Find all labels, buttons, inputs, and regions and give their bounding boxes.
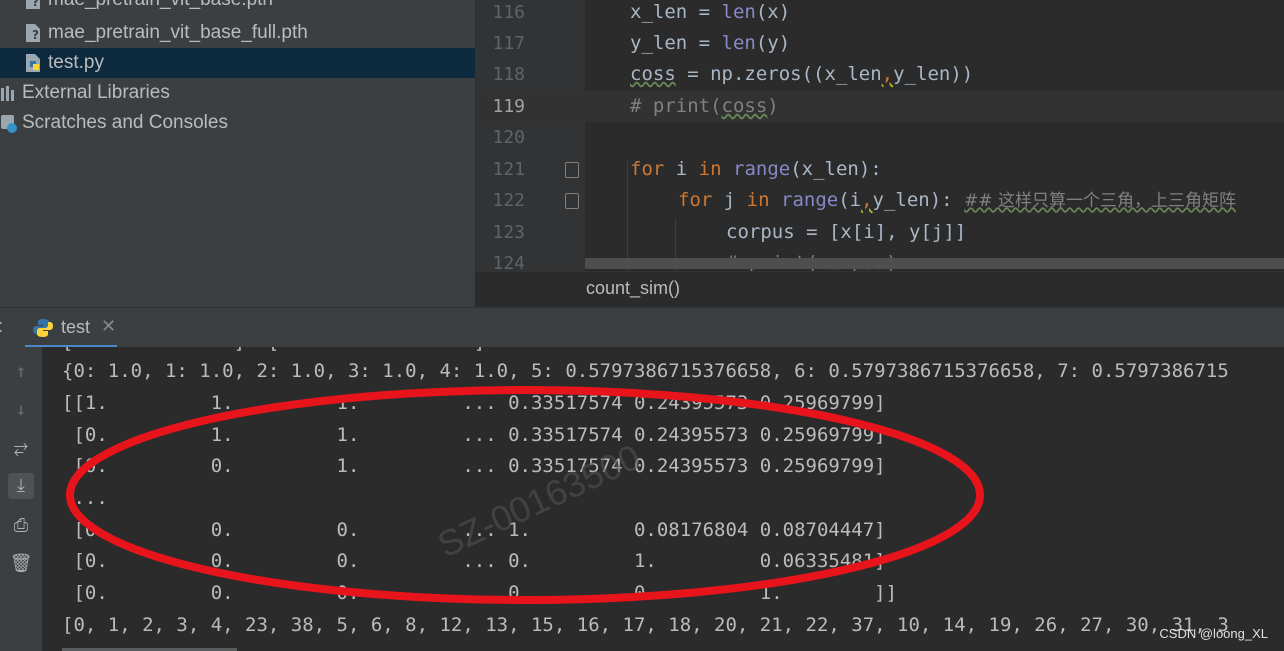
console-line: [0. 0. 0. ... 0. 0. 1. ]]	[62, 582, 898, 604]
tree-item-label: mae_pretrain_vit_base.pth	[48, 0, 273, 15]
tree-item-label: External Libraries	[22, 82, 170, 103]
line-number: 118	[492, 64, 525, 85]
editor-horizontal-scrollbar[interactable]	[585, 258, 1284, 269]
breadcrumb-function[interactable]: count_sim()	[586, 278, 680, 299]
scroll-to-end-icon[interactable]: ⤓	[8, 473, 34, 499]
line-number: 116	[492, 2, 525, 23]
code-line: 122 for j in range(i,y_len): ## 这样只算一个三角…	[475, 185, 1284, 216]
soft-wrap-icon[interactable]: ⥂	[8, 435, 34, 461]
tab-label: test	[61, 317, 91, 337]
tree-item-test-py[interactable]: test.py	[0, 48, 475, 78]
tab-test[interactable]: test ✕	[25, 308, 117, 348]
run-tool-window-header: : test ✕	[0, 307, 1284, 348]
breadcrumb[interactable]: count_sim()	[475, 271, 1284, 308]
code-line: 120	[475, 122, 1284, 153]
line-number: 120	[492, 127, 525, 148]
up-arrow-icon[interactable]: ↑	[8, 359, 34, 385]
console-line: [0, 1, 2, 3, 4, 23, 38, 5, 6, 8, 12, 13,…	[62, 614, 1229, 636]
unknown-file-icon: ?	[26, 0, 40, 9]
console-line: {0: 1.0, 1: 1.0, 2: 1.0, 3: 1.0, 4: 1.0,…	[62, 360, 1229, 382]
line-number: 121	[492, 159, 525, 180]
python-file-icon	[26, 54, 40, 72]
trash-icon[interactable]: 🗑	[8, 551, 34, 577]
close-icon[interactable]: ✕	[101, 316, 116, 337]
project-tree: ? mae_pretrain_vit_base.pth ? mae_pretra…	[0, 0, 475, 307]
print-icon[interactable]: ⎙	[8, 513, 34, 539]
line-number: 117	[492, 33, 525, 54]
svg-text:?: ?	[32, 28, 39, 42]
console-line: [0. 1. 1. ... 0.33517574 0.24395573 0.25…	[62, 424, 886, 446]
tree-item-label: mae_pretrain_vit_base_full.pth	[48, 22, 308, 43]
fold-marker-icon[interactable]	[565, 162, 579, 178]
code-line: 117 y_len = len(y)	[475, 28, 1284, 59]
code-line: 121 for i in range(x_len):	[475, 154, 1284, 185]
scratches-icon	[1, 115, 17, 133]
svg-text:?: ?	[32, 0, 39, 9]
code-line: 123 corpus = [x[i], y[j]]	[475, 217, 1284, 248]
down-arrow-icon[interactable]: ↓	[8, 397, 34, 423]
line-number: 123	[492, 222, 525, 243]
fold-marker-icon[interactable]	[565, 193, 579, 209]
run-toolbar: ↑ ↓ ⥂ ⤓ ⎙ 🗑	[0, 347, 42, 651]
console-line: [0. 0. 1. ... 0.33517574 0.24395573 0.25…	[62, 455, 886, 477]
code-line-current: 119 # print(coss)	[475, 91, 1284, 122]
line-number: 119	[492, 96, 525, 117]
tree-item-label: test.py	[48, 52, 104, 73]
tree-item-label: Scratches and Consoles	[22, 112, 228, 133]
line-number: 124	[492, 253, 525, 271]
console-line: [[1. 1. 1. ... 0.33517574 0.24395573 0.2…	[62, 392, 886, 414]
credit-watermark: CSDN @loong_XL	[1159, 626, 1268, 641]
unknown-file-icon: ?	[26, 24, 40, 42]
code-editor[interactable]: 116 x_len = len(x) 117 y_len = len(y) 11…	[475, 0, 1284, 271]
console-output[interactable]: [ ] [ ] ] {0: 1.0, 1: 1.0, 2: 1.0, 3: 1.…	[42, 347, 1284, 651]
console-line: ...	[62, 487, 108, 509]
libraries-icon	[1, 86, 14, 101]
code-line: 116 x_len = len(x)	[475, 0, 1284, 28]
code-line: 118 coss = np.zeros((x_len,y_len))	[475, 59, 1284, 90]
python-icon	[33, 319, 53, 337]
line-number: 122	[492, 190, 525, 211]
